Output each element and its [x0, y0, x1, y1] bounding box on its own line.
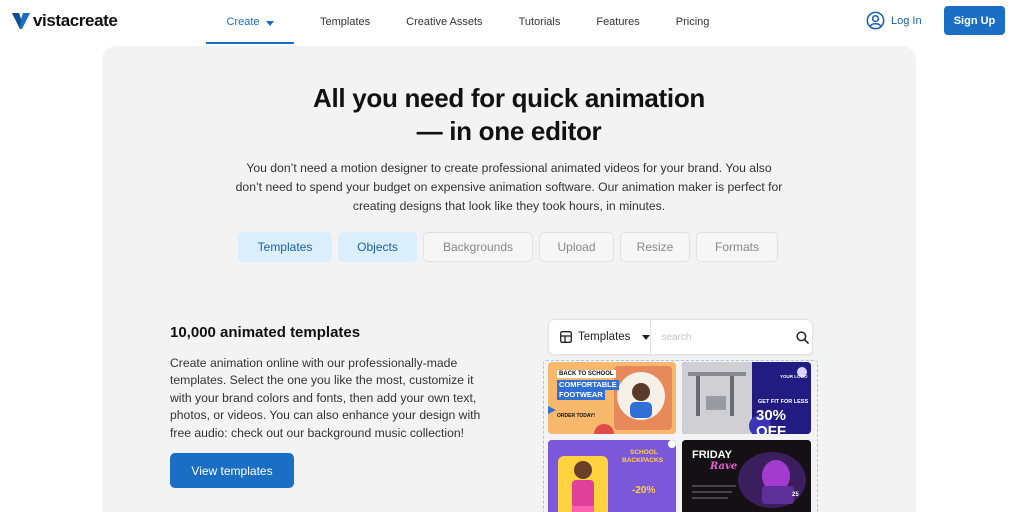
thumbnail-text: SCHOOL	[630, 449, 658, 456]
template-thumbnail-friday-rave[interactable]: FRIDAY Rave 25	[682, 440, 811, 512]
nav-item-pricing[interactable]: Pricing	[658, 0, 728, 44]
chevron-down-icon	[265, 20, 274, 26]
view-templates-button[interactable]: View templates	[170, 453, 294, 488]
thumbnail-discount: -20%	[632, 485, 656, 496]
nav-item-creative-assets[interactable]: Creative Assets	[388, 0, 500, 44]
template-thumbnail-school-backpacks[interactable]: SCHOOL BACKPACKS -20%	[548, 440, 676, 512]
search-icon	[796, 330, 810, 344]
select-label: Templates	[578, 331, 631, 343]
nav-item-templates[interactable]: Templates	[294, 0, 388, 44]
feature-panel: All you need for quick animation — in on…	[102, 46, 916, 512]
thumbnail-text: Rave	[710, 461, 738, 472]
nav-label: Pricing	[675, 16, 710, 28]
template-type-select[interactable]: Templates	[549, 320, 652, 354]
thumbnail-heading: FRIDAY	[692, 449, 732, 461]
thumbnail-logo: YOUR LOGO	[780, 374, 808, 379]
login-label: Log In	[891, 14, 922, 27]
template-search-bar: Templates	[548, 319, 813, 355]
nav-label: Creative Assets	[406, 16, 483, 28]
site-header: vistacreate Create Templates Creative As…	[0, 0, 1024, 44]
nav-item-create[interactable]: Create	[206, 0, 294, 44]
hero-description: You don’t need a motion designer to crea…	[235, 161, 783, 213]
template-thumbnail-back-to-school[interactable]: BACK TO SCHOOL COMFORTABLE FOOTWEAR ORDE…	[548, 362, 676, 434]
nav-item-tutorials[interactable]: Tutorials	[501, 0, 579, 44]
tab-templates[interactable]: Templates	[238, 232, 332, 262]
nav-label: Create	[226, 16, 260, 28]
search-input[interactable]	[651, 320, 794, 354]
brand-logo[interactable]: vistacreate	[12, 11, 118, 31]
vistacreate-logo-icon	[12, 13, 30, 29]
chevron-down-icon	[642, 334, 651, 340]
hero-title: All you need for quick animation — in on…	[312, 83, 705, 146]
tab-backgrounds[interactable]: Backgrounds	[423, 232, 533, 262]
thumbnail-text: COMFORTABLE	[557, 380, 619, 390]
feature-tabs: Templates Objects Backgrounds Upload Res…	[238, 232, 778, 262]
nav-label: Templates	[320, 16, 371, 28]
thumbnail-heading: 30% OFF	[756, 407, 787, 434]
grid-icon	[560, 331, 572, 343]
main-nav: Create Templates Creative Assets Tutoria…	[206, 0, 727, 44]
nav-item-features[interactable]: Features	[578, 0, 657, 44]
login-link[interactable]: Log In	[866, 11, 922, 30]
tab-upload[interactable]: Upload	[539, 232, 614, 262]
user-icon	[866, 11, 885, 30]
nav-label: Tutorials	[518, 16, 561, 28]
thumbnail-heading: BACK TO SCHOOL	[557, 370, 616, 379]
thumbnail-text: ORDER TODAY!	[557, 413, 596, 419]
thumbnail-text: FOOTWEAR	[557, 390, 605, 400]
section-description: Create animation online with our profess…	[170, 356, 481, 440]
section-title: 10,000 animated templates	[170, 324, 361, 341]
tab-resize[interactable]: Resize	[620, 232, 690, 262]
signup-button[interactable]: Sign Up	[944, 6, 1005, 35]
thumbnail-text: 25	[792, 492, 799, 498]
template-thumbnail-gym[interactable]: YOUR LOGO GET FIT FOR LESS 30% OFF	[682, 362, 811, 434]
brand-name: vistacreate	[33, 11, 118, 30]
tab-objects[interactable]: Objects	[338, 232, 417, 262]
search-button[interactable]	[793, 330, 812, 344]
thumbnail-text: GET FIT FOR LESS	[758, 399, 809, 405]
tab-formats[interactable]: Formats	[696, 232, 778, 262]
nav-label: Features	[596, 16, 640, 28]
thumbnail-heading: BACKPACKS	[622, 457, 664, 464]
